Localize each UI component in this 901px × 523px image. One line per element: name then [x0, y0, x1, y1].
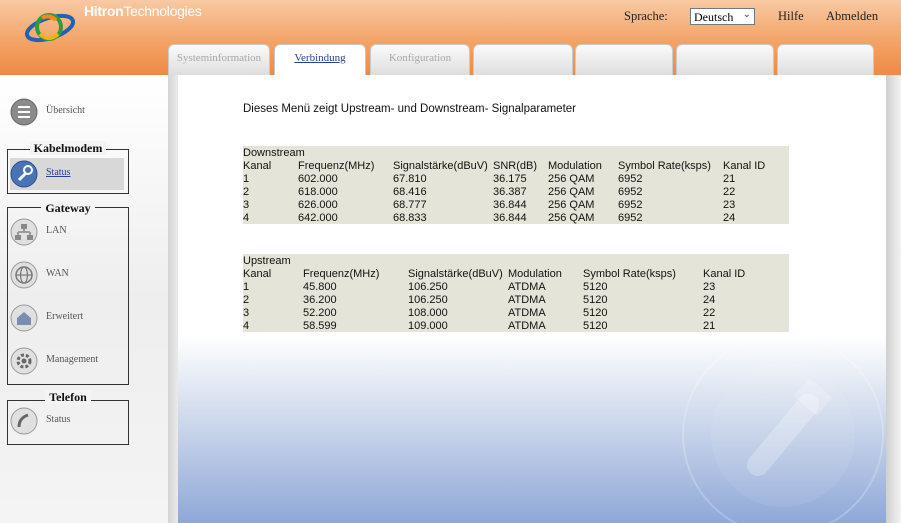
- tab-systeminformation[interactable]: Systeminformation: [168, 44, 270, 75]
- downstream-header-row: Kanal Frequenz(MHz) Signalstärke(dBuV) S…: [243, 160, 789, 173]
- sidebar-item-overview[interactable]: Übersicht: [10, 96, 128, 128]
- brand-name: HitronTechnologies: [84, 3, 202, 19]
- column-header: Signalstärke(dBuV): [393, 160, 488, 172]
- column-header: Frequenz(MHz): [303, 268, 380, 280]
- column-header: SNR(dB): [493, 160, 538, 172]
- upstream-caption-row: Upstream: [243, 255, 789, 268]
- table-row: 2 618.000 68.416 36.387 256 QAM 6952 22: [243, 186, 736, 198]
- help-link[interactable]: Hilfe: [778, 9, 804, 24]
- table-row: 1 602.000 67.810 36.175 256 QAM 6952 21: [243, 173, 736, 185]
- chevron-down-icon: ⌄: [742, 9, 751, 20]
- sidebar: Übersicht Kabelmodem Status Gateway LAN …: [0, 75, 168, 523]
- column-header: Kanal ID: [723, 160, 766, 172]
- tab-verbindung[interactable]: Verbindung: [274, 44, 366, 76]
- language-select-value: Deutsch: [694, 10, 734, 24]
- phone-icon: [10, 407, 38, 435]
- column-header: Kanal ID: [703, 268, 746, 280]
- wrench-icon: [10, 160, 38, 188]
- language-select[interactable]: Deutsch ⌄: [690, 8, 755, 25]
- page-description: Dieses Menü zeigt Upstream- und Downstre…: [243, 103, 577, 115]
- table-row: 2 36.200 106.250 ATDMA 5120 24: [243, 294, 716, 306]
- column-header: Modulation: [508, 268, 562, 280]
- content-right-border: [886, 75, 901, 523]
- column-header: Modulation: [548, 160, 602, 172]
- column-header: Signalstärke(dBuV): [408, 268, 503, 280]
- list-icon: [10, 98, 38, 126]
- column-header: Kanal: [243, 268, 272, 280]
- tab-empty-1: [473, 44, 573, 75]
- downstream-table: Downstream Kanal Frequenz(MHz) Signalstä…: [243, 146, 789, 224]
- table-row: 4 58.599 109.000 ATDMA 5120 21: [243, 320, 716, 332]
- gear-icon: [10, 347, 38, 375]
- tab-empty-4: [777, 44, 874, 75]
- sidebar-item-wan[interactable]: WAN: [10, 259, 128, 291]
- sidebar-item-phone-status[interactable]: Status: [10, 405, 128, 437]
- table-row: 3 52.200 108.000 ATDMA 5120 22: [243, 307, 716, 319]
- table-row: 3 626.000 68.777 36.844 256 QAM 6952 23: [243, 199, 736, 211]
- upstream-table: Upstream Kanal Frequenz(MHz) Signalstärk…: [243, 254, 789, 332]
- table-row: 4 642.000 68.833 36.844 256 QAM 6952 24: [243, 212, 736, 224]
- sidebar-item-management[interactable]: Management: [10, 345, 128, 377]
- logout-link[interactable]: Abmelden: [826, 9, 878, 24]
- sidebar-item-modem-status[interactable]: Status: [10, 158, 124, 190]
- content-border: [168, 75, 178, 523]
- table-row: 1 45.800 106.250 ATDMA 5120 23: [243, 281, 716, 293]
- downstream-caption-row: Downstream: [243, 147, 789, 160]
- sidebar-item-lan[interactable]: LAN: [10, 216, 128, 248]
- upstream-header-row: Kanal Frequenz(MHz) Signalstärke(dBuV) M…: [243, 268, 789, 281]
- sidebar-item-advanced[interactable]: Erweitert: [10, 302, 128, 334]
- downstream-caption: Downstream: [243, 147, 305, 159]
- house-icon: [10, 304, 38, 332]
- globe-icon: [10, 261, 38, 289]
- language-label: Sprache:: [624, 9, 668, 23]
- phone-group-title: Telefon: [0, 390, 136, 405]
- gateway-group-title: Gateway: [0, 201, 136, 216]
- main-content: Dieses Menü zeigt Upstream- und Downstre…: [178, 75, 886, 523]
- tab-empty-3: [676, 44, 774, 75]
- tab-konfiguration[interactable]: Konfiguration: [370, 44, 470, 75]
- column-header: Symbol Rate(ksps): [583, 268, 676, 280]
- column-header: Frequenz(MHz): [298, 160, 375, 172]
- tab-empty-2: [575, 44, 673, 75]
- column-header: Kanal: [243, 160, 272, 172]
- network-icon: [10, 218, 38, 246]
- hitron-logo-icon: [24, 13, 76, 43]
- column-header: Symbol Rate(ksps): [618, 160, 711, 172]
- watermark-wrench-icon: [682, 334, 884, 523]
- upstream-caption: Upstream: [243, 255, 291, 267]
- cable-modem-group-title: Kabelmodem: [0, 141, 136, 156]
